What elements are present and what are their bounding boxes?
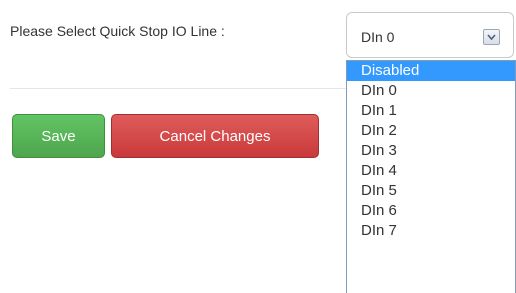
divider: [10, 88, 346, 89]
dropdown-option[interactable]: DIn 3: [347, 141, 515, 161]
dropdown-option[interactable]: DIn 0: [347, 81, 515, 101]
save-button[interactable]: Save: [12, 114, 105, 158]
dropdown-option[interactable]: DIn 7: [347, 221, 515, 241]
dropdown-option[interactable]: DIn 2: [347, 121, 515, 141]
dropdown-option[interactable]: DIn 1: [347, 101, 515, 121]
dropdown-arrow-button[interactable]: [483, 29, 500, 45]
quick-stop-settings-page: Please Select Quick Stop IO Line : DIn 0…: [0, 0, 516, 293]
quick-stop-io-label: Please Select Quick Stop IO Line :: [10, 23, 225, 39]
chevron-down-icon: [487, 34, 496, 41]
dropdown-option[interactable]: DIn 4: [347, 161, 515, 181]
selected-value: DIn 0: [361, 29, 395, 45]
quick-stop-io-select[interactable]: DIn 0: [346, 12, 514, 58]
dropdown-option[interactable]: DIn 6: [347, 201, 515, 221]
dropdown-option[interactable]: Disabled: [347, 61, 515, 81]
dropdown-option[interactable]: DIn 5: [347, 181, 515, 201]
dropdown-options-list[interactable]: Disabled DIn 0 DIn 1 DIn 2 DIn 3 DIn 4 DIn 5 DI…: [346, 60, 516, 293]
cancel-changes-button[interactable]: Cancel Changes: [111, 114, 319, 158]
